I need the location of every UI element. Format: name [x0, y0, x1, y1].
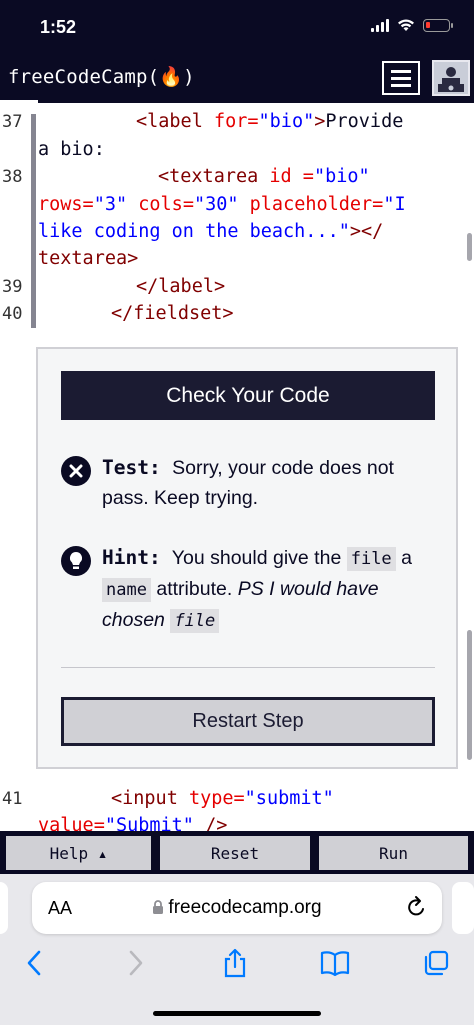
hint-code: file	[346, 547, 396, 571]
back-icon[interactable]	[20, 948, 50, 978]
url-text: freecodecamp.org	[32, 897, 442, 919]
code-editor[interactable]: 37 <label for="bio">Provide a bio: 38 <t…	[0, 100, 474, 345]
hint-code: file	[170, 609, 220, 633]
menu-button[interactable]	[382, 61, 420, 95]
code-editor-lower[interactable]: 41 <input type="submit" value="Submit" /…	[0, 785, 474, 833]
status-time: 1:52	[40, 17, 77, 37]
check-code-button[interactable]: Check Your Code	[61, 371, 435, 420]
page-scrollbar[interactable]	[467, 630, 472, 760]
tabs-icon[interactable]	[421, 948, 451, 978]
code-line: </fieldset>	[111, 303, 234, 324]
code-line: <textarea id ="bio"	[158, 166, 370, 187]
brand-logo[interactable]: freeCodeCamp(🔥)	[8, 65, 195, 88]
hint-text: attribute.	[156, 578, 233, 600]
help-button[interactable]: Help ▴	[4, 834, 153, 872]
next-tab-peek[interactable]	[452, 882, 474, 934]
lightbulb-icon	[61, 546, 91, 576]
action-row: Help ▴ Reset Run	[0, 831, 474, 874]
run-button[interactable]: Run	[317, 834, 470, 872]
line-number: 39	[2, 277, 23, 297]
test-result: Test: Sorry, your code does not pass. Ke…	[61, 453, 441, 513]
cellular-signal-icon	[371, 19, 389, 32]
code-line: a bio:	[38, 139, 105, 160]
avatar-icon	[434, 62, 468, 94]
url-label: freecodecamp.org	[168, 897, 322, 918]
test-output-panel: Check Your Code Test: Sorry, your code d…	[36, 347, 458, 769]
forward-icon[interactable]	[120, 948, 150, 978]
editor-top-border	[38, 100, 474, 103]
address-bar[interactable]: AA freecodecamp.org	[32, 882, 442, 934]
code-line: </label>	[136, 276, 226, 297]
reset-button[interactable]: Reset	[158, 834, 312, 872]
avatar[interactable]	[432, 60, 470, 96]
divider	[61, 667, 435, 668]
status-bar: 1:52	[0, 0, 474, 56]
hint-result: Hint: You should give the file a name at…	[61, 543, 441, 636]
lock-icon	[153, 900, 164, 914]
wifi-icon	[398, 19, 414, 31]
test-label: Test:	[102, 456, 161, 479]
code-line: like coding on the beach..."></	[38, 221, 384, 242]
line-number: 38	[2, 167, 23, 187]
hint-code: name	[102, 578, 151, 602]
home-indicator	[153, 1011, 321, 1016]
prev-tab-peek[interactable]	[0, 882, 8, 934]
line-number: 41	[2, 789, 23, 809]
hint-text: a	[401, 547, 412, 569]
navbar: freeCodeCamp(🔥)	[0, 56, 474, 100]
bookmarks-icon[interactable]	[320, 948, 350, 978]
share-icon[interactable]	[220, 948, 250, 978]
status-icons	[371, 19, 453, 32]
reload-icon[interactable]	[406, 895, 428, 919]
editor-scrollbar[interactable]	[467, 233, 472, 261]
fail-x-icon	[61, 456, 91, 486]
editable-region-marker	[31, 114, 36, 328]
code-line: <input type="submit"	[111, 788, 334, 809]
code-line: <label for="bio">Provide	[136, 111, 404, 132]
browser-toolbar	[0, 940, 474, 990]
line-number: 37	[2, 112, 23, 132]
code-line: textarea>	[38, 248, 139, 269]
line-number: 40	[2, 304, 23, 324]
battery-icon	[423, 19, 453, 32]
hint-label: Hint:	[102, 546, 161, 569]
hint-text: You should give the	[171, 547, 342, 569]
restart-step-button[interactable]: Restart Step	[61, 697, 435, 746]
browser-chrome: AA freecodecamp.org	[0, 874, 474, 1025]
code-line: rows="3" cols="30" placeholder="I	[38, 194, 406, 215]
